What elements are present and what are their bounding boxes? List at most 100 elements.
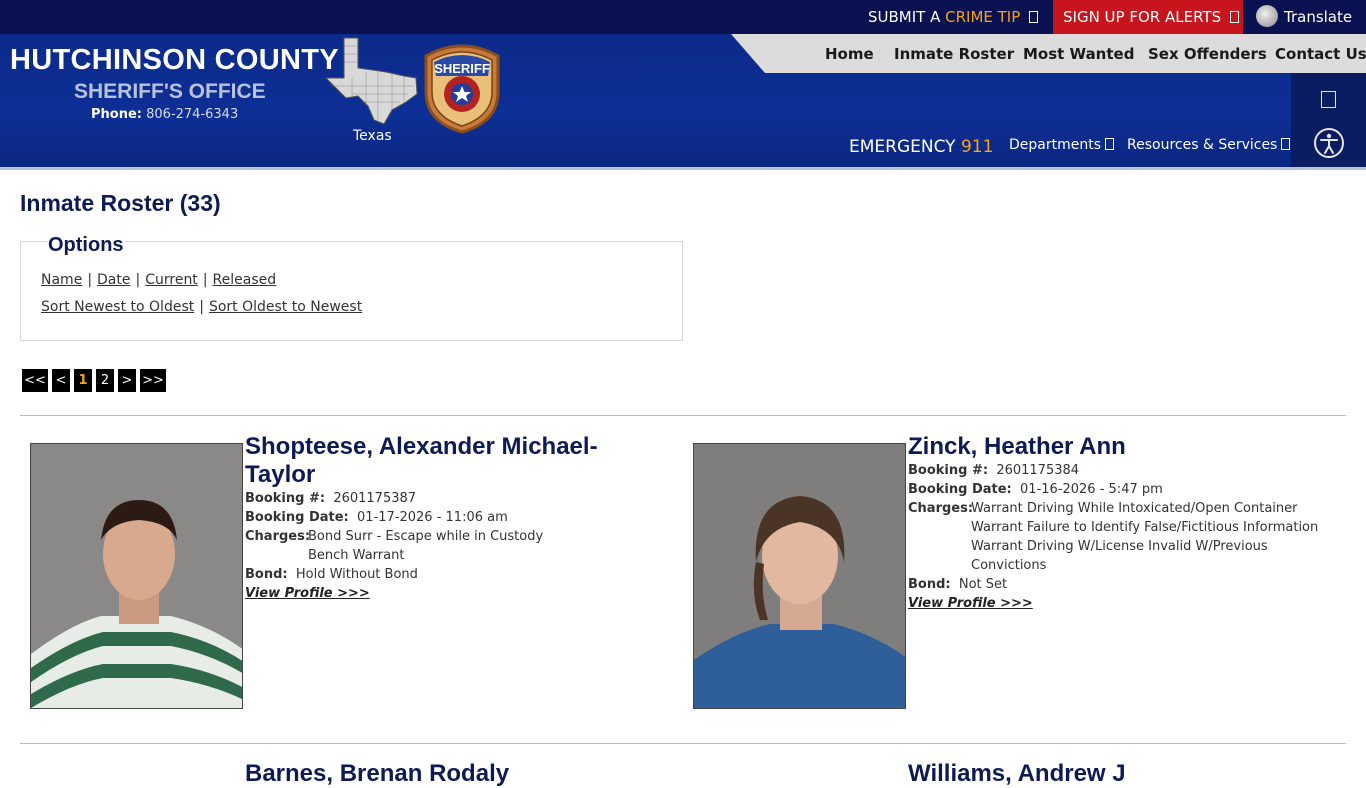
phone-number: Phone: 806-274-6343	[91, 107, 238, 122]
booking-number-label: Booking #:	[908, 463, 989, 478]
options-title: Options	[47, 234, 125, 257]
main-nav: Home Inmate Roster Most Wanted Sex Offen…	[731, 34, 1366, 73]
header-divider	[0, 167, 1366, 170]
submit-crime-tip-link[interactable]: SUBMIT A CRIME TIP	[858, 0, 1048, 34]
page-title: Inmate Roster (33)	[20, 190, 221, 216]
translate-button[interactable]: Translate	[1256, 0, 1352, 34]
bond: Bond: Hold Without Bond	[245, 567, 418, 582]
booking-number: Booking #: 2601175384	[908, 463, 1079, 478]
departments-label: Departments	[1009, 137, 1102, 153]
charge-item: Bond Surr - Escape while in Custody	[308, 529, 544, 544]
separator: |	[202, 272, 208, 288]
charges-label-text: Charges:	[908, 501, 974, 516]
alerts-label: SIGN UP FOR ALERTS	[1063, 8, 1222, 26]
booking-date-label: Booking Date:	[908, 482, 1012, 497]
phone-label: Phone:	[91, 107, 142, 122]
resources-label: Resources & Services	[1127, 137, 1278, 153]
accessibility-icon[interactable]	[1313, 127, 1345, 159]
translate-label: Translate	[1284, 8, 1353, 26]
view-profile-link[interactable]: View Profile >>>	[245, 586, 370, 601]
divider	[20, 415, 1346, 416]
resources-services-dropdown[interactable]: Resources & Services	[1127, 137, 1291, 153]
inmate-name-line-2: Taylor	[245, 461, 316, 488]
booking-date: Booking Date: 01-17-2026 - 11:06 am	[245, 510, 508, 525]
page-first-button[interactable]: <<	[22, 369, 48, 392]
site-header: HUTCHINSON COUNTY SHERIFF'S OFFICE Phone…	[0, 34, 1366, 167]
side-tools	[1291, 73, 1366, 167]
booking-date-value: 01-17-2026 - 11:06 am	[357, 510, 508, 525]
filter-date-link[interactable]: Date	[97, 272, 130, 288]
bond-value: Hold Without Bond	[295, 567, 418, 582]
site-subtitle: SHERIFF'S OFFICE	[74, 80, 266, 103]
external-link-icon	[1229, 10, 1239, 23]
phone-value[interactable]: 806-274-6343	[146, 107, 238, 122]
inmate-name[interactable]: Barnes, Brenan Rodaly	[245, 760, 509, 788]
booking-date-value: 01-16-2026 - 5:47 pm	[1020, 482, 1163, 497]
separator: |	[87, 272, 93, 288]
inmate-photo[interactable]	[693, 443, 906, 709]
charges-label: Charges:	[908, 501, 973, 516]
charge-item: Warrant Failure to Identify False/Fictit…	[971, 520, 1319, 535]
search-toggle-icon[interactable]	[1321, 91, 1336, 108]
booking-number-label: Booking #:	[245, 491, 326, 506]
bond: Bond: Not Set	[908, 577, 1007, 592]
bond-label: Bond:	[245, 567, 288, 582]
emergency-label: EMERGENCY	[849, 137, 956, 157]
filter-name-link[interactable]: Name	[41, 272, 82, 288]
crime-tip-label-a: SUBMIT A	[868, 8, 941, 26]
booking-number-value: 2601175384	[996, 463, 1080, 478]
nav-contact-us[interactable]: Contact Us	[1275, 45, 1366, 63]
crime-tip-label-b: CRIME TIP	[945, 8, 1021, 26]
bond-label: Bond:	[908, 577, 951, 592]
nav-home[interactable]: Home	[825, 45, 874, 63]
separator: |	[199, 299, 204, 315]
bond-value: Not Set	[958, 577, 1008, 592]
emergency-911[interactable]: 911	[961, 137, 993, 157]
charges-label-text: Charges:	[245, 529, 311, 544]
chevron-down-icon	[1105, 138, 1115, 150]
sign-up-alerts-button[interactable]: SIGN UP FOR ALERTS	[1053, 0, 1243, 34]
external-link-icon	[1029, 10, 1039, 23]
texas-map-label: Texas	[353, 128, 392, 144]
charge-item: Warrant Driving W/License Invalid W/Prev…	[971, 539, 1268, 554]
texas-map-icon	[324, 37, 418, 125]
inmate-photo[interactable]	[30, 443, 243, 709]
booking-number-value: 2601175387	[333, 491, 417, 506]
sort-newest-link[interactable]: Sort Newest to Oldest	[41, 299, 194, 315]
inmate-name-line-1: Shopteese, Alexander Michael-	[245, 433, 598, 460]
filter-current-link[interactable]: Current	[145, 272, 198, 288]
charge-item: Convictions	[971, 558, 1047, 573]
separator: |	[135, 272, 141, 288]
inmate-name[interactable]: Zinck, Heather Ann	[908, 433, 1328, 461]
divider	[20, 743, 1346, 744]
inmate-mugshot-image	[31, 444, 242, 708]
page-1-button[interactable]: 1	[74, 369, 92, 392]
page-next-button[interactable]: >	[118, 369, 136, 392]
filter-row: Name | Date | Current | Released	[41, 272, 276, 288]
nav-sex-offenders[interactable]: Sex Offenders	[1148, 45, 1267, 63]
booking-date-label: Booking Date:	[245, 510, 349, 525]
page-prev-button[interactable]: <	[52, 369, 70, 392]
view-profile-link[interactable]: View Profile >>>	[908, 596, 1033, 611]
charge-item: Warrant Driving While Intoxicated/Open C…	[971, 501, 1298, 516]
sheriff-badge-logo: SHERIFF	[424, 44, 500, 134]
inmate-name[interactable]: Shopteese, Alexander Michael- Taylor	[245, 433, 625, 489]
charges-label: Charges:	[245, 529, 310, 544]
departments-dropdown[interactable]: Departments	[1009, 137, 1115, 153]
inmate-mugshot-image	[694, 444, 905, 708]
options-panel: Options Name | Date | Current | Released Sort …	[20, 234, 683, 341]
emergency-number: EMERGENCY 911	[849, 137, 993, 157]
chevron-down-icon	[1281, 138, 1291, 150]
globe-icon	[1256, 4, 1278, 27]
charge-item: Bench Warrant	[308, 548, 405, 563]
sort-oldest-link[interactable]: Sort Oldest to Newest	[209, 299, 362, 315]
nav-inmate-roster[interactable]: Inmate Roster	[894, 45, 1014, 63]
filter-released-link[interactable]: Released	[213, 272, 277, 288]
page-2-button[interactable]: 2	[96, 369, 114, 392]
site-title[interactable]: HUTCHINSON COUNTY	[10, 44, 339, 77]
page-last-button[interactable]: >>	[140, 369, 166, 392]
inmate-name[interactable]: Williams, Andrew J	[908, 760, 1126, 788]
badge-text: SHERIFF	[434, 61, 490, 76]
nav-most-wanted[interactable]: Most Wanted	[1023, 45, 1134, 63]
booking-date: Booking Date: 01-16-2026 - 5:47 pm	[908, 482, 1163, 497]
